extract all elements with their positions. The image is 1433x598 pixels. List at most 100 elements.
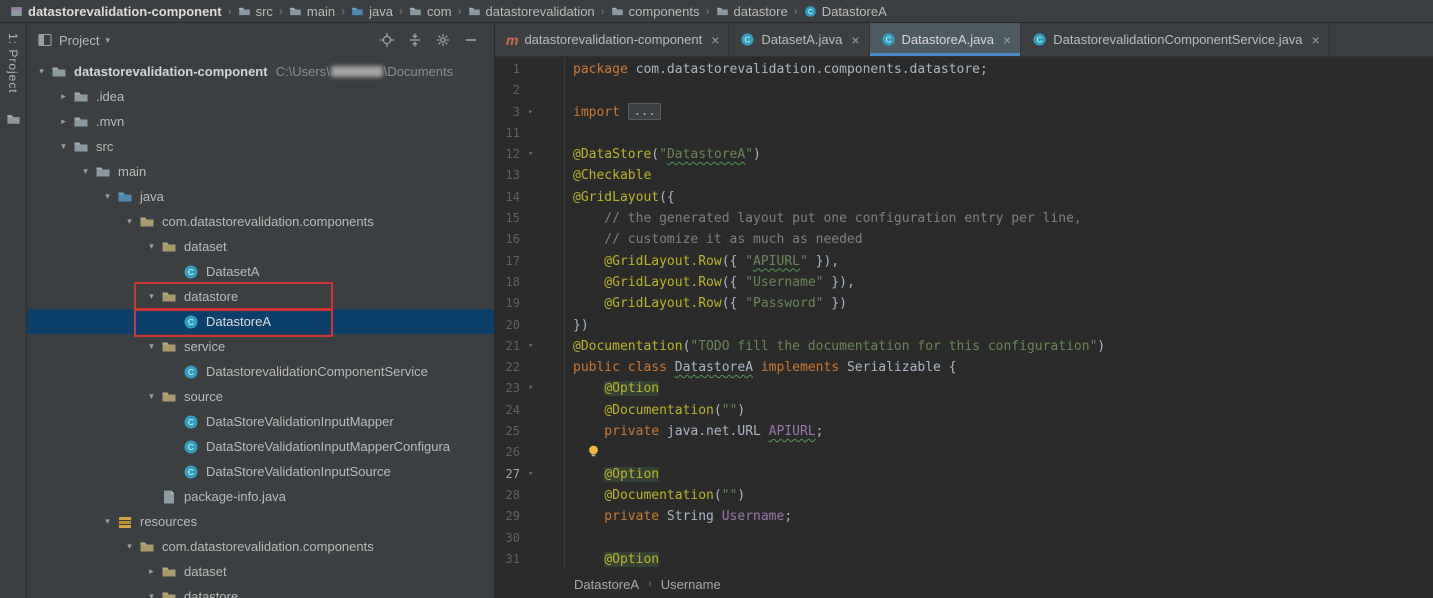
tree-row-mvn[interactable]: ▸.mvn [27, 109, 494, 134]
chevron-expanded-icon[interactable]: ▾ [99, 516, 116, 527]
chevron-expanded-icon[interactable]: ▾ [143, 391, 160, 402]
chevron-expanded-icon[interactable]: ▾ [99, 191, 116, 202]
class-icon: C [182, 314, 200, 330]
tree-row-package-info-java[interactable]: package-info.java [27, 484, 494, 509]
code-line: @Documentation("") [573, 400, 1433, 421]
line-number: 18 [506, 272, 520, 293]
tree-item-label: datastore [184, 289, 238, 304]
chevron-collapsed-icon[interactable]: ▸ [55, 91, 72, 102]
folder-icon [611, 5, 624, 18]
tab-datastorevalidationcomponentservice-java[interactable]: CDatastorevalidationComponentService.jav… [1021, 23, 1330, 56]
breadcrumb-item-components[interactable]: components [611, 4, 700, 19]
breadcrumb-item-label: datastorevalidation [486, 4, 595, 19]
tree-item-path: C:\Users\\Documents [276, 64, 454, 79]
tree-row-datastore[interactable]: ▾datastore [27, 584, 494, 598]
tree-row-datastore[interactable]: ▾ datastore [27, 284, 494, 309]
collapse-all-icon[interactable] [406, 31, 424, 49]
tree-row-com-datastorevalidation-components[interactable]: ▾com.datastorevalidation.components [27, 534, 494, 559]
fold-collapsed-icon[interactable]: ▸ [520, 102, 564, 123]
editor-breadcrumb-username[interactable]: Username [661, 577, 721, 592]
breadcrumb-item-main[interactable]: main [289, 4, 335, 19]
locate-icon[interactable] [378, 31, 396, 49]
chevron-expanded-icon[interactable]: ▾ [143, 291, 160, 302]
tree-row-datastorevalidationinputmapperconfigura[interactable]: CDataStoreValidationInputMapperConfigura [27, 434, 494, 459]
fold-expanded-icon[interactable]: ▾ [520, 336, 564, 357]
tree-row-src[interactable]: ▾ src [27, 134, 494, 159]
tree-row-idea[interactable]: ▸.idea [27, 84, 494, 109]
close-icon[interactable]: × [711, 33, 719, 47]
close-icon[interactable]: × [1312, 33, 1320, 47]
tree-row-java[interactable]: ▾java [27, 184, 494, 209]
tree-row-dataset[interactable]: ▸dataset [27, 559, 494, 584]
tool-window-stripe-icon[interactable] [6, 112, 21, 130]
breadcrumb-item-datastorea[interactable]: CDatastoreA [804, 4, 887, 19]
code-token: ( [651, 147, 659, 162]
folded-region[interactable]: ... [628, 103, 662, 120]
tree-row-service[interactable]: ▾service [27, 334, 494, 359]
chevron-expanded-icon[interactable]: ▾ [143, 591, 160, 598]
fold-expanded-icon[interactable]: ▾ [520, 464, 564, 485]
tool-window-button-project[interactable]: 1: Project [6, 33, 20, 94]
tree-row-com-datastorevalidation-components[interactable]: ▾com.datastorevalidation.components [27, 209, 494, 234]
breadcrumb-item-src[interactable]: src [238, 4, 273, 19]
tree-row-source[interactable]: ▾ source [27, 384, 494, 409]
code-line [573, 442, 1433, 463]
code-token: " [800, 254, 808, 269]
tree-row-datastorevalidationinputmapper[interactable]: CDataStoreValidationInputMapper [27, 409, 494, 434]
tree-row-datastorea[interactable]: CDatastoreA [27, 309, 494, 334]
settings-icon[interactable] [434, 31, 452, 49]
chevron-expanded-icon[interactable]: ▾ [121, 541, 138, 552]
tree-row-dataseta[interactable]: CDatasetA [27, 259, 494, 284]
chevron-expanded-icon[interactable]: ▾ [55, 141, 72, 152]
tree-row-datastorevalidationinputsource[interactable]: CDataStoreValidationInputSource [27, 459, 494, 484]
tree-row-resources[interactable]: ▾resources [27, 509, 494, 534]
tree-row-dataset[interactable]: ▾dataset [27, 234, 494, 259]
chevron-expanded-icon[interactable]: ▾ [33, 66, 50, 77]
package-icon [160, 339, 178, 355]
project-view-selector[interactable]: Project ▾ [37, 32, 110, 48]
close-icon[interactable]: × [851, 33, 859, 47]
breadcrumb-item-datastorevalidation[interactable]: datastorevalidation [468, 4, 595, 19]
tab-datastorea-java[interactable]: CDatastoreA.java× [870, 23, 1022, 56]
breadcrumb-item-com[interactable]: com [409, 4, 452, 19]
folder-icon [72, 139, 90, 155]
editor-code[interactable]: package com.datastorevalidation.componen… [565, 57, 1433, 570]
svg-text:C: C [188, 267, 194, 277]
breadcrumb-item-datastorevalidation-component[interactable]: datastorevalidation-component [10, 4, 222, 19]
chevron-collapsed-icon[interactable]: ▸ [55, 116, 72, 127]
hide-icon[interactable] [462, 31, 480, 49]
line-number: 2 [513, 80, 520, 101]
line-number: 29 [506, 506, 520, 527]
line-number: 11 [506, 123, 520, 144]
code-token: ({ [722, 296, 745, 311]
tree-row-main[interactable]: ▾main [27, 159, 494, 184]
chevron-expanded-icon[interactable]: ▾ [77, 166, 94, 177]
tree-item-label: DatastorevalidationComponentService [206, 364, 428, 379]
intention-bulb-icon[interactable] [587, 444, 600, 465]
breadcrumb-item-datastore[interactable]: datastore [716, 4, 788, 19]
tree-row-datastorevalidationcomponentservice[interactable]: CDatastorevalidationComponentService [27, 359, 494, 384]
code-line [573, 528, 1433, 549]
editor-gutter: 123▸1112▾131415161718192021▾2223▾2425262… [495, 57, 565, 570]
folder-icon [72, 114, 90, 130]
chevron-expanded-icon[interactable]: ▾ [121, 216, 138, 227]
chevron-expanded-icon[interactable]: ▾ [143, 241, 160, 252]
gutter-line: 11 [495, 123, 564, 144]
tab-dataseta-java[interactable]: CDatasetA.java× [729, 23, 869, 56]
line-number: 24 [506, 400, 520, 421]
breadcrumb-separator: › [341, 4, 345, 18]
breadcrumb-item-java[interactable]: java [351, 4, 393, 19]
fold-expanded-icon[interactable]: ▾ [520, 378, 564, 399]
close-icon[interactable]: × [1003, 33, 1011, 47]
chevron-expanded-icon[interactable]: ▾ [143, 341, 160, 352]
chevron-collapsed-icon[interactable]: ▸ [143, 566, 160, 577]
line-number: 17 [506, 251, 520, 272]
tree-item-label: source [184, 389, 223, 404]
tab-datastorevalidation-component[interactable]: mdatastorevalidation-component× [495, 23, 729, 56]
editor-breadcrumb-datastorea[interactable]: DatastoreA [574, 577, 639, 592]
fold-expanded-icon[interactable]: ▾ [520, 144, 564, 165]
class-icon: C [182, 439, 200, 455]
breadcrumb-item-label: datastore [734, 4, 788, 19]
tree-item-label: src [96, 139, 113, 154]
tree-row-datastorevalidation-component[interactable]: ▾datastorevalidation-componentC:\Users\\… [27, 59, 494, 84]
